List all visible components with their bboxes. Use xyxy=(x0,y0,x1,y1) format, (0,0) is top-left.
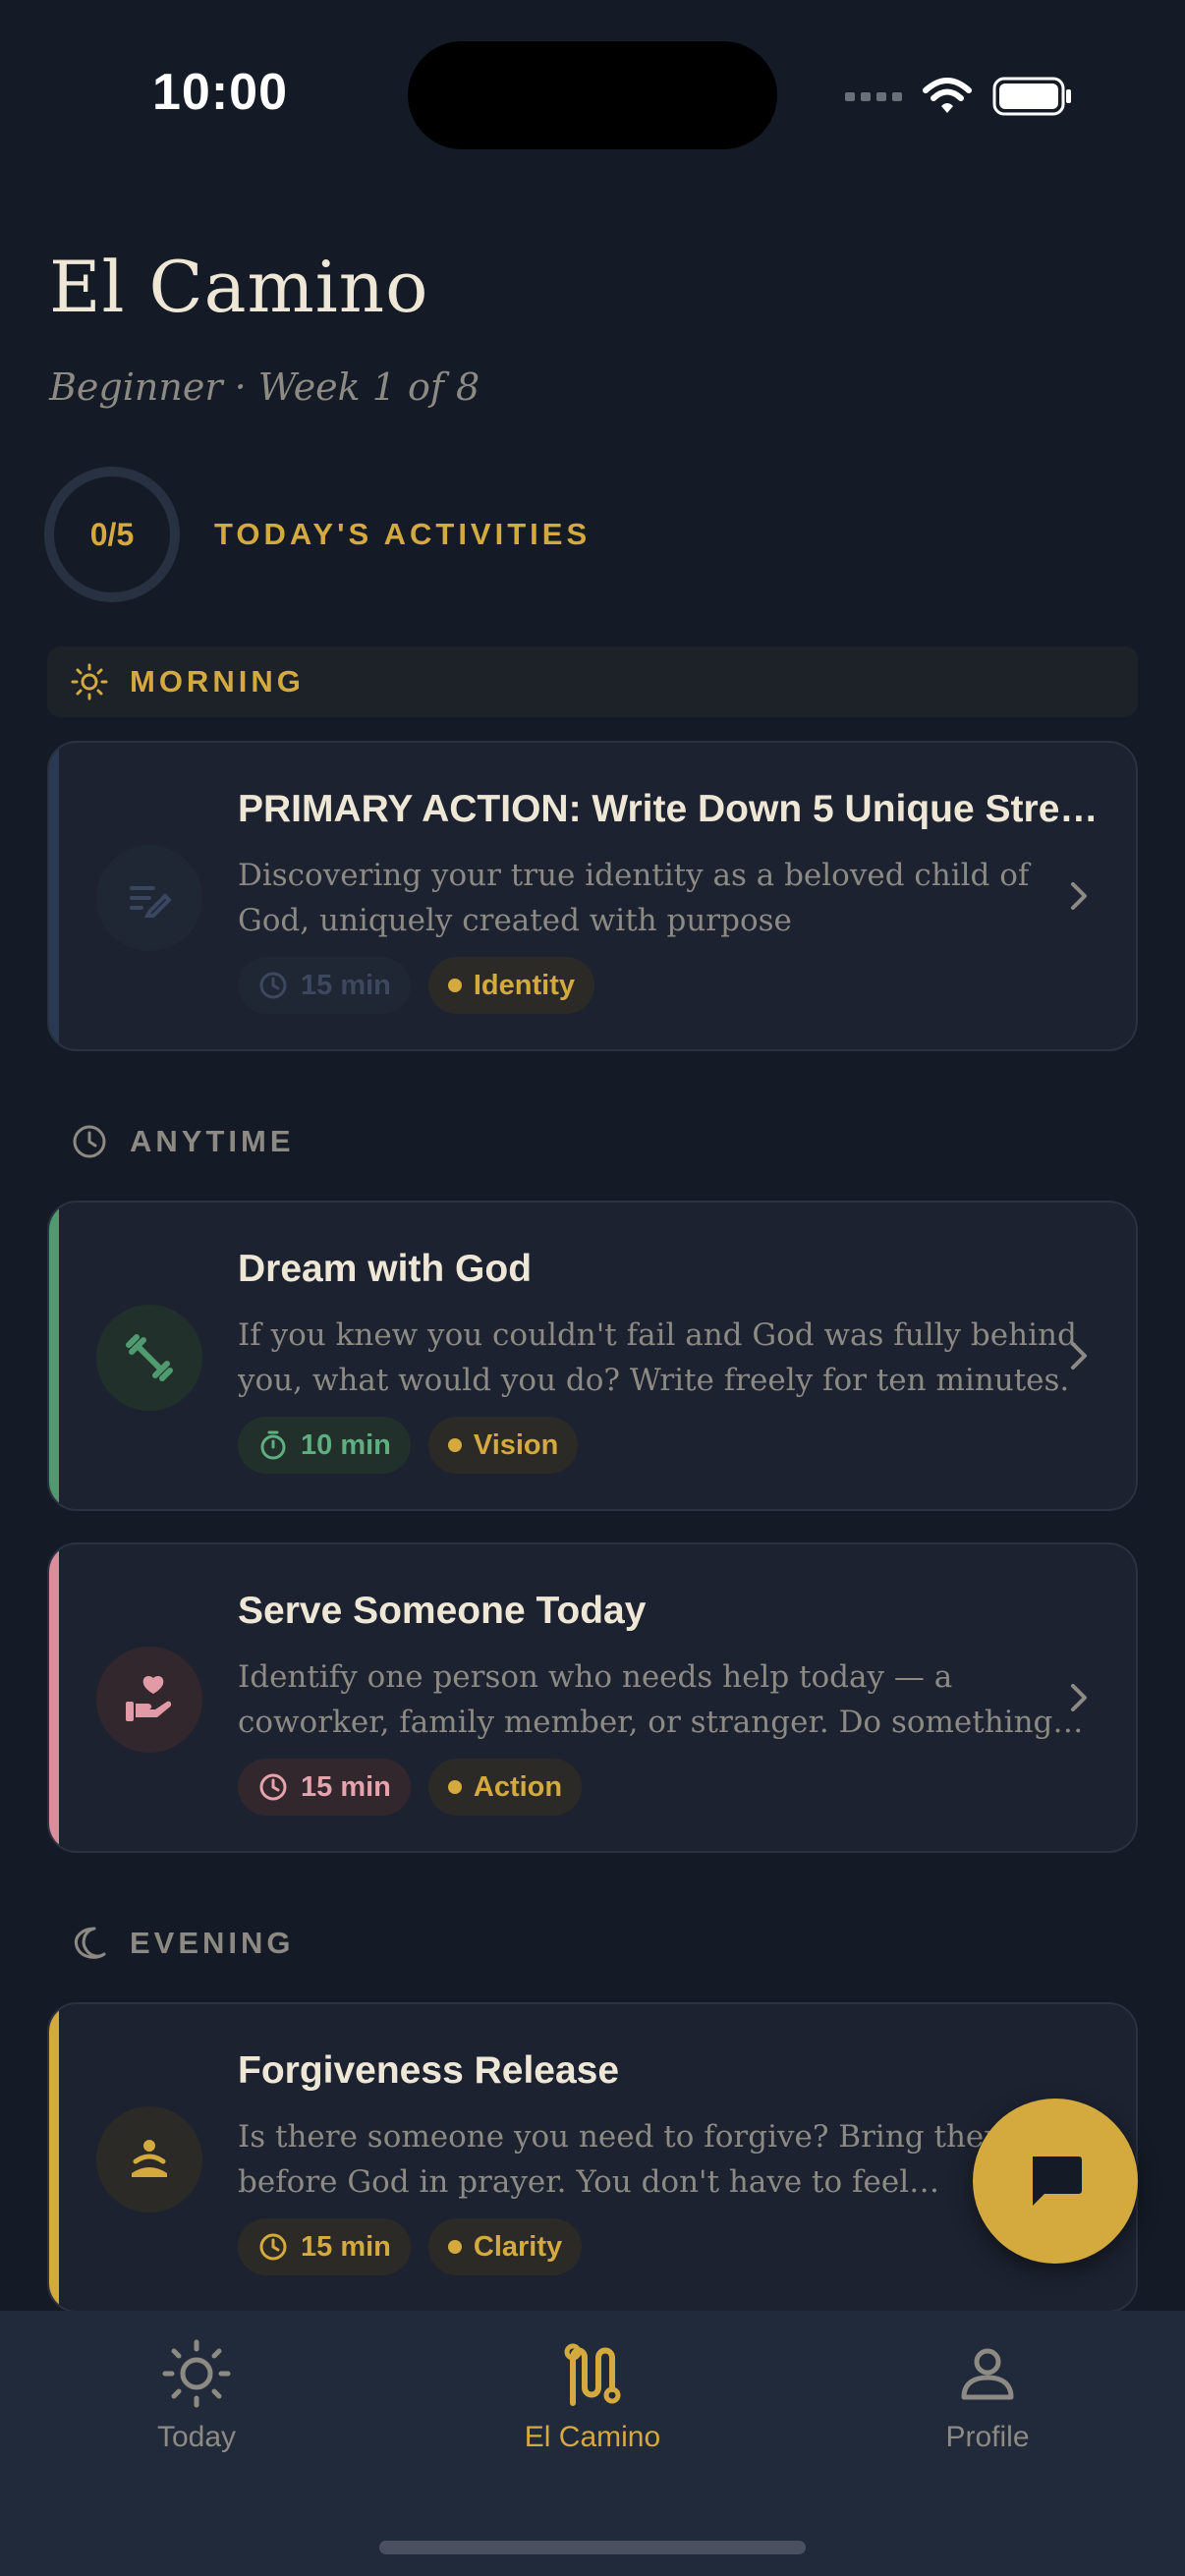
card-tags: 15 min Clarity xyxy=(238,2218,583,2275)
tab-label: Profile xyxy=(945,2421,1030,2453)
category-dot xyxy=(447,979,462,992)
duration-badge: 15 min xyxy=(238,1759,411,1816)
tab-label: El Camino xyxy=(524,2421,661,2453)
category-badge: Vision xyxy=(427,1417,579,1474)
category-badge: Identity xyxy=(427,957,594,1014)
duration-badge: 15 min xyxy=(238,2218,411,2275)
duration-text: 15 min xyxy=(301,1770,391,1803)
duration-text: 15 min xyxy=(301,969,391,1001)
chat-bubble-icon xyxy=(1033,2156,1082,2206)
tab-today[interactable]: Today xyxy=(69,2338,324,2486)
card-tags: 10 min Vision xyxy=(238,1417,579,1474)
page-title: El Camino xyxy=(49,246,429,328)
clock-icon xyxy=(259,1773,287,1801)
card-tags: 15 min Identity xyxy=(238,957,594,1014)
card-title: Forgiveness Release xyxy=(238,2049,620,2092)
category-text: Identity xyxy=(473,969,575,1001)
duration-badge: 10 min xyxy=(238,1417,411,1474)
activities-label: TODAY'S ACTIVITIES xyxy=(214,517,592,551)
category-text: Clarity xyxy=(473,2230,563,2263)
activity-card[interactable]: Dream with God If you knew you couldn't … xyxy=(47,1201,1138,1511)
card-title: Serve Someone Today xyxy=(238,1590,647,1632)
card-accent xyxy=(49,2004,59,2311)
duration-badge: 15 min xyxy=(238,957,411,1014)
category-dot xyxy=(447,2240,462,2254)
clock-icon xyxy=(73,1125,106,1158)
signal-icon xyxy=(845,92,902,101)
chevron-right-icon xyxy=(1071,1342,1087,1370)
section-header-anytime: ANYTIME xyxy=(47,1106,295,1177)
tab-profile[interactable]: Profile xyxy=(860,2338,1115,2486)
activity-card[interactable]: PRIMARY ACTION: Write Down 5 Unique Stre… xyxy=(47,741,1138,1051)
section-header-morning: MORNING xyxy=(47,646,1138,717)
card-tags: 15 min Action xyxy=(238,1759,583,1816)
section-label-evening: EVENING xyxy=(130,1926,295,1960)
card-title: PRIMARY ACTION: Write Down 5 Unique Stre… xyxy=(238,788,1102,830)
category-dot xyxy=(447,1780,462,1794)
category-text: Action xyxy=(473,1770,563,1803)
progress-count: 0/5 xyxy=(89,516,135,552)
card-icon-container xyxy=(96,845,202,951)
path-icon xyxy=(564,2343,621,2406)
chat-button[interactable] xyxy=(973,2099,1138,2264)
card-description: Discovering your true identity as a belo… xyxy=(238,858,1030,938)
card-description: If you knew you couldn't fail and God wa… xyxy=(238,1317,1077,1398)
card-accent xyxy=(49,1203,59,1509)
category-badge: Clarity xyxy=(427,2218,583,2275)
clock-icon xyxy=(259,972,287,999)
section-label-morning: MORNING xyxy=(130,664,305,699)
card-icon-container xyxy=(96,1647,202,1753)
sun-icon xyxy=(162,2339,231,2408)
clock-icon xyxy=(259,2233,287,2261)
card-icon-container xyxy=(96,2106,202,2212)
card-title: Dream with God xyxy=(238,1248,533,1290)
card-accent xyxy=(49,743,59,1049)
moon-icon xyxy=(74,1927,106,1959)
dumbbell-icon xyxy=(126,1334,173,1381)
status-bar: 10:00 xyxy=(0,0,1185,187)
sun-icon xyxy=(71,663,108,700)
duration-text: 10 min xyxy=(301,1428,391,1461)
section-label-anytime: ANYTIME xyxy=(130,1124,295,1158)
timer-icon xyxy=(260,1430,286,1460)
edit-icon xyxy=(130,886,172,918)
heart-hand-icon xyxy=(126,1676,172,1721)
page-subtitle: Beginner · Week 1 of 8 xyxy=(49,365,480,409)
person-icon xyxy=(961,2348,1014,2400)
activity-card[interactable]: Serve Someone Today Identify one person … xyxy=(47,1542,1138,1853)
card-description: Identify one person who needs help today… xyxy=(238,1659,1053,1740)
home-indicator xyxy=(379,2541,806,2554)
section-header-evening: EVENING xyxy=(47,1908,295,1979)
tab-label: Today xyxy=(156,2421,237,2453)
status-time: 10:00 xyxy=(152,64,288,121)
chevron-right-icon xyxy=(1071,882,1087,910)
card-accent xyxy=(49,1544,59,1851)
status-icons xyxy=(845,71,1073,122)
category-badge: Action xyxy=(427,1759,583,1816)
tab-el-camino[interactable]: El Camino xyxy=(465,2338,720,2486)
tab-bar: Today El Camino Profile xyxy=(0,2311,1185,2576)
dynamic-island xyxy=(408,41,777,149)
meditation-icon xyxy=(132,2140,167,2177)
category-text: Vision xyxy=(473,1428,559,1461)
card-icon-container xyxy=(96,1305,202,1411)
chevron-right-icon xyxy=(1071,1684,1087,1711)
wifi-icon xyxy=(923,78,972,113)
activity-card[interactable]: Forgiveness Release Is there someone you… xyxy=(47,2002,1138,2313)
duration-text: 15 min xyxy=(301,2230,391,2263)
card-description: Is there someone you need to forgive? Br… xyxy=(238,2119,1013,2200)
battery-icon xyxy=(992,77,1071,116)
category-dot xyxy=(447,1438,462,1452)
